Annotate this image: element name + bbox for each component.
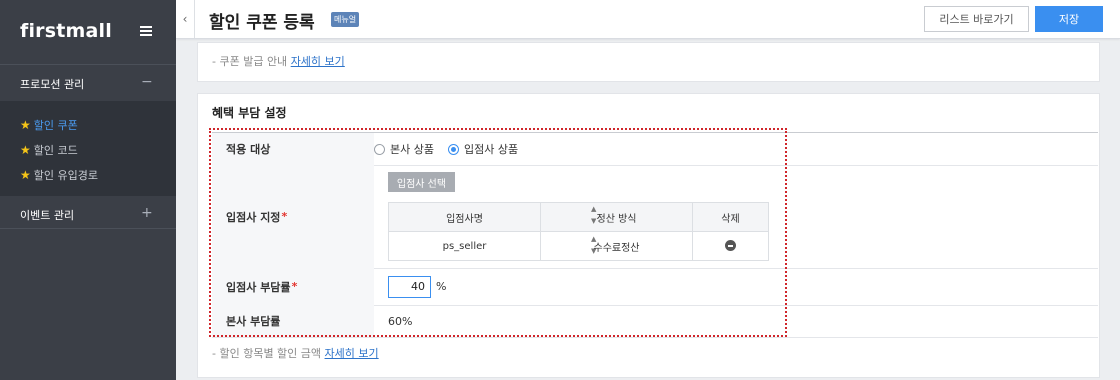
select-seller-button[interactable]: 입점사 선택	[388, 172, 455, 192]
label-text: 입점사 부담률	[226, 280, 291, 294]
seller-rate-input[interactable]: 40	[388, 276, 431, 298]
go-to-list-button[interactable]: 리스트 바로가기	[924, 6, 1029, 32]
sidebar-item-label: 할인 쿠폰	[33, 119, 78, 132]
radio-hq-product[interactable]: 본사 상품	[374, 141, 434, 157]
sidebar-group-event[interactable]: 이벤트 관리	[20, 207, 74, 223]
sidebar-item-discount-coupon[interactable]: ★ 할인 쿠폰	[20, 117, 78, 133]
manual-badge[interactable]: 메뉴얼	[331, 12, 360, 27]
hamburger-menu-icon[interactable]	[140, 26, 152, 36]
col-settlement: 정산 방식	[540, 202, 693, 232]
seller-rate-row: 입점사 부담률 * 40 %	[212, 268, 1098, 306]
seller-name-cell: ps_seller	[388, 231, 541, 261]
sidebar-item-discount-code[interactable]: ★ 할인 코드	[20, 142, 78, 158]
col-seller-name: 입점사명	[388, 202, 541, 232]
target-row: 적용 대상 본사 상품 입점사 상품	[212, 133, 1098, 166]
sidebar: firstmall 프로모션 관리 − ★ 할인 쿠폰 ★ 할인 코드 ★ 할인…	[0, 0, 176, 380]
header-sort-arrows: ▲ ▼	[591, 203, 596, 227]
firstmall-logo[interactable]: firstmall	[20, 20, 112, 42]
expand-icon[interactable]: +	[141, 206, 153, 220]
star-icon: ★	[20, 143, 31, 157]
arrow-down-icon[interactable]: ▼	[591, 245, 596, 257]
radio-label: 입점사 상품	[463, 143, 519, 156]
back-chevron-icon[interactable]: ‹	[176, 0, 195, 38]
radio-circle-icon	[374, 143, 385, 155]
remove-circle-icon[interactable]	[725, 240, 736, 252]
collapse-icon[interactable]: −	[141, 75, 153, 89]
seller-rate-label: 입점사 부담률 *	[212, 268, 374, 305]
settlement-cell: 수수료정산	[540, 231, 693, 261]
radio-label: 본사 상품	[390, 143, 434, 156]
required-mark: *	[291, 280, 298, 293]
col-delete: 삭제	[692, 202, 769, 232]
star-icon: ★	[20, 168, 31, 182]
page-title: 할인 쿠폰 등록	[209, 13, 315, 33]
coupon-guide-note: - 쿠폰 발급 안내 자세히 보기	[212, 53, 345, 69]
required-mark: *	[281, 210, 288, 223]
table-row: ps_seller 수수료정산	[388, 231, 769, 261]
detail-link[interactable]: 자세히 보기	[291, 55, 345, 68]
note-text: - 쿠폰 발급 안내	[212, 55, 288, 68]
delete-cell	[692, 231, 769, 261]
seller-table: 입점사명 정산 방식 삭제 ps_seller 수수료정산	[388, 202, 769, 261]
sidebar-item-label: 할인 코드	[33, 144, 78, 157]
detail-link[interactable]: 자세히 보기	[325, 347, 379, 360]
sidebar-group-promotion[interactable]: 프로모션 관리	[20, 76, 84, 92]
radio-seller-product[interactable]: 입점사 상품	[447, 141, 519, 157]
sidebar-item-label: 할인 유입경로	[33, 169, 98, 182]
save-button[interactable]: 저장	[1035, 6, 1103, 32]
hq-rate-row: 본사 부담률 60%	[212, 305, 1098, 338]
section-title: 혜택 부담 설정	[212, 106, 287, 120]
arrow-up-icon[interactable]: ▲	[591, 233, 596, 245]
label-text: 입점사 지정	[226, 210, 281, 224]
seller-assign-row: 입점사 지정 * 입점사 선택 입점사명 정산 방식 삭제 ps_seller 수…	[212, 165, 1098, 269]
sidebar-item-discount-inflow[interactable]: ★ 할인 유입경로	[20, 167, 98, 183]
sidebar-submenu: ★ 할인 쿠폰 ★ 할인 코드 ★ 할인 유입경로	[0, 101, 176, 196]
page-header: ‹ 할인 쿠폰 등록 메뉴얼 리스트 바로가기 저장	[176, 0, 1120, 39]
discount-note: - 할인 항목별 할인 금액 자세히 보기	[212, 345, 379, 361]
percent-unit: %	[436, 280, 447, 293]
row-sort-arrows: ▲ ▼	[591, 233, 596, 257]
target-label: 적용 대상	[212, 133, 374, 165]
note-text: - 할인 항목별 할인 금액	[212, 347, 322, 360]
arrow-up-icon[interactable]: ▲	[591, 203, 596, 215]
radio-checked-icon	[447, 143, 459, 155]
target-radio-group: 본사 상품 입점사 상품	[374, 133, 532, 165]
star-icon: ★	[20, 118, 31, 132]
sidebar-divider	[0, 64, 176, 65]
arrow-down-icon[interactable]: ▼	[591, 215, 596, 227]
benefit-burden-panel: 혜택 부담 설정 적용 대상 본사 상품 입점사 상품 입점사 지정 * 입점사 …	[197, 93, 1100, 378]
coupon-guide-panel: - 쿠폰 발급 안내 자세히 보기	[197, 42, 1100, 82]
sidebar-divider	[0, 228, 176, 229]
seller-assign-label: 입점사 지정 *	[212, 165, 374, 268]
hq-rate-value: 60%	[388, 315, 413, 328]
hq-rate-label: 본사 부담률	[212, 305, 374, 337]
